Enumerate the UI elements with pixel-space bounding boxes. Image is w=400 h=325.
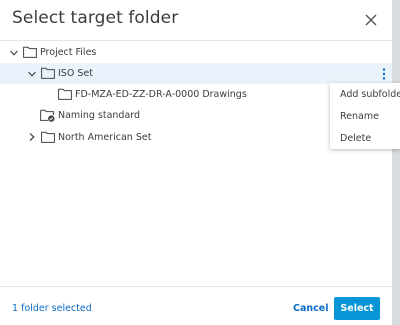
dialog-title: Select target folder bbox=[12, 8, 179, 28]
header-divider bbox=[0, 40, 392, 41]
footer-divider bbox=[0, 286, 392, 287]
menu-item-delete[interactable]: Delete bbox=[340, 133, 371, 144]
tree-item-label: Project Files bbox=[40, 47, 97, 58]
folder-icon bbox=[41, 131, 55, 143]
selection-status: 1 folder selected bbox=[12, 303, 92, 314]
folder-icon bbox=[23, 46, 37, 58]
chevron-right-icon[interactable] bbox=[27, 132, 37, 142]
folder-context-menu: Add subfolder Rename Delete bbox=[330, 83, 400, 149]
select-target-folder-dialog: Select target folder Project Files ISO S… bbox=[0, 0, 392, 325]
tree-item-label: FD-MZA-ED-ZZ-DR-A-0000 Drawings bbox=[75, 89, 247, 100]
tree-item-label: ISO Set bbox=[58, 68, 93, 79]
more-options-icon[interactable] bbox=[380, 67, 388, 81]
menu-item-add-subfolder[interactable]: Add subfolder bbox=[340, 89, 400, 100]
folder-check-icon bbox=[40, 109, 55, 122]
close-icon[interactable] bbox=[362, 11, 380, 29]
folder-icon bbox=[58, 88, 72, 100]
tree-item-iso-set[interactable]: ISO Set bbox=[0, 63, 392, 84]
chevron-down-icon[interactable] bbox=[9, 48, 19, 58]
tree-item-label: North American Set bbox=[58, 132, 152, 143]
menu-item-rename[interactable]: Rename bbox=[340, 111, 379, 122]
tree-item-label: Naming standard bbox=[58, 110, 141, 121]
folder-icon bbox=[41, 67, 55, 79]
select-button[interactable]: Select bbox=[334, 297, 380, 320]
tree-item-project-files[interactable]: Project Files bbox=[0, 42, 392, 63]
chevron-down-icon[interactable] bbox=[27, 69, 37, 79]
cancel-button[interactable]: Cancel bbox=[293, 303, 328, 314]
